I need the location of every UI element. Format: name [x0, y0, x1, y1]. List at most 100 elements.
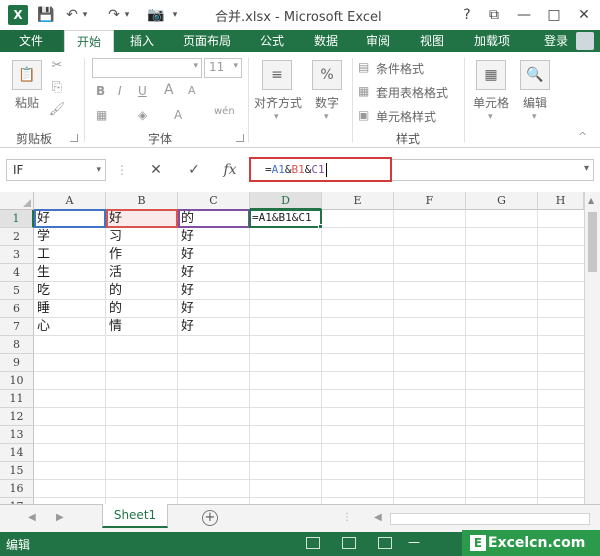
- tab-addins[interactable]: 加载项: [466, 30, 518, 52]
- tab-split-icon[interactable]: ⋮: [342, 512, 352, 523]
- number-dropdown-icon[interactable]: ▾: [324, 112, 329, 122]
- fill-handle[interactable]: [318, 224, 323, 229]
- cell-b2[interactable]: 习: [106, 228, 178, 246]
- avatar[interactable]: [576, 32, 594, 50]
- close-button[interactable]: ✕: [572, 4, 596, 26]
- tab-page-layout[interactable]: 页面布局: [176, 30, 238, 52]
- font-color-icon[interactable]: A: [174, 108, 182, 122]
- row-header[interactable]: 1: [0, 210, 34, 228]
- active-cell-d1[interactable]: =A1&B1&C1: [249, 209, 322, 228]
- row-header[interactable]: 10: [0, 372, 34, 390]
- vertical-scrollbar[interactable]: ▲: [584, 192, 600, 504]
- redo-icon[interactable]: ↷: [104, 5, 124, 25]
- ribbon-display-button[interactable]: ⧉: [482, 4, 506, 26]
- format-painter-icon[interactable]: 🖌: [48, 102, 66, 117]
- zoom-out-icon[interactable]: —: [408, 535, 420, 549]
- next-sheet-icon[interactable]: ▶: [56, 512, 64, 523]
- cell-a5[interactable]: 吃: [34, 282, 106, 300]
- normal-view-icon[interactable]: [306, 537, 320, 549]
- cells-button[interactable]: 单元格: [470, 94, 512, 111]
- row-header[interactable]: 8: [0, 336, 34, 354]
- help-button[interactable]: ?: [455, 4, 479, 26]
- page-layout-view-icon[interactable]: [342, 537, 356, 549]
- editing-icon[interactable]: 🔍: [520, 60, 550, 90]
- row-header[interactable]: 16: [0, 480, 34, 498]
- select-all-corner[interactable]: [0, 192, 34, 210]
- enter-icon[interactable]: ✓: [184, 159, 204, 181]
- fill-color-icon[interactable]: ◈: [138, 108, 147, 122]
- column-header-d[interactable]: D: [250, 192, 322, 210]
- cell-a3[interactable]: 工: [34, 246, 106, 264]
- editing-dropdown-icon[interactable]: ▾: [532, 112, 537, 122]
- row-header[interactable]: 3: [0, 246, 34, 264]
- row-header[interactable]: 5: [0, 282, 34, 300]
- cut-icon[interactable]: ✂: [48, 58, 66, 73]
- cell-c7[interactable]: 好: [178, 318, 250, 336]
- alignment-dropdown-icon[interactable]: ▾: [274, 112, 279, 122]
- tab-file[interactable]: 文件: [0, 30, 62, 52]
- save-icon[interactable]: 💾: [36, 5, 56, 25]
- clipboard-launcher-icon[interactable]: [70, 134, 78, 142]
- cell-c5[interactable]: 好: [178, 282, 250, 300]
- collapse-ribbon-icon[interactable]: ^: [578, 130, 587, 143]
- paste-icon[interactable]: 📋: [12, 60, 42, 90]
- worksheet-grid[interactable]: ▲ ABCDEFGH1234567891011121314151617好学工生吃…: [0, 192, 600, 504]
- scroll-left-icon[interactable]: ◀: [374, 512, 382, 523]
- cell-b3[interactable]: 作: [106, 246, 178, 264]
- paste-button[interactable]: 粘贴: [12, 94, 42, 111]
- row-header[interactable]: 4: [0, 264, 34, 282]
- login-link[interactable]: 登录: [544, 30, 568, 52]
- tab-formulas[interactable]: 公式: [252, 30, 292, 52]
- editing-button[interactable]: 编辑: [516, 94, 554, 111]
- horizontal-scrollbar[interactable]: [390, 513, 590, 525]
- column-header-f[interactable]: F: [394, 192, 466, 210]
- camera-icon[interactable]: 📷: [146, 5, 166, 25]
- phonetic-icon[interactable]: wén: [214, 106, 235, 117]
- cell-b7[interactable]: 情: [106, 318, 178, 336]
- cancel-icon[interactable]: ✕: [146, 159, 166, 181]
- column-header-h[interactable]: H: [538, 192, 584, 210]
- minimize-button[interactable]: —: [512, 4, 536, 26]
- font-launcher-icon[interactable]: [236, 134, 244, 142]
- add-sheet-button[interactable]: +: [202, 510, 218, 526]
- cell-c2[interactable]: 好: [178, 228, 250, 246]
- scroll-up-icon[interactable]: ▲: [588, 196, 594, 205]
- prev-sheet-icon[interactable]: ◀: [28, 512, 36, 523]
- sheet-tab-sheet1[interactable]: Sheet1: [102, 504, 168, 528]
- cell-styles-icon[interactable]: ▣: [358, 108, 369, 122]
- cell-styles-button[interactable]: 单元格样式: [376, 108, 436, 125]
- row-header[interactable]: 15: [0, 462, 34, 480]
- name-box[interactable]: IF ▾: [6, 159, 106, 181]
- cell-b4[interactable]: 活: [106, 264, 178, 282]
- vertical-scroll-thumb[interactable]: [588, 212, 597, 272]
- cell-b5[interactable]: 的: [106, 282, 178, 300]
- tab-data[interactable]: 数据: [306, 30, 346, 52]
- cell-a2[interactable]: 学: [34, 228, 106, 246]
- row-header[interactable]: 6: [0, 300, 34, 318]
- tab-insert[interactable]: 插入: [120, 30, 164, 52]
- formula-input-extension[interactable]: ▾: [392, 159, 594, 181]
- conditional-format-icon[interactable]: ▤: [358, 60, 369, 74]
- cell-c1[interactable]: 的: [178, 210, 250, 228]
- cell-c6[interactable]: 好: [178, 300, 250, 318]
- tab-review[interactable]: 审阅: [358, 30, 398, 52]
- underline-button[interactable]: U: [138, 84, 147, 98]
- column-header-g[interactable]: G: [466, 192, 538, 210]
- cell-a7[interactable]: 心: [34, 318, 106, 336]
- page-break-view-icon[interactable]: [378, 537, 392, 549]
- font-name-combo[interactable]: ▾: [92, 58, 202, 78]
- row-header[interactable]: 13: [0, 426, 34, 444]
- alignment-icon[interactable]: ≡: [262, 60, 292, 90]
- undo-icon[interactable]: ↶: [62, 5, 82, 25]
- column-header-a[interactable]: A: [34, 192, 106, 210]
- undo-dropdown-icon[interactable]: ▾: [80, 5, 90, 25]
- alignment-button[interactable]: 对齐方式: [252, 94, 304, 111]
- number-button[interactable]: 数字: [308, 94, 346, 111]
- cells-icon[interactable]: ▦: [476, 60, 506, 90]
- cell-a1[interactable]: 好: [34, 210, 106, 228]
- tab-view[interactable]: 视图: [412, 30, 452, 52]
- row-header[interactable]: 12: [0, 408, 34, 426]
- cell-a6[interactable]: 睡: [34, 300, 106, 318]
- font-size-combo[interactable]: 11 ▾: [204, 58, 242, 78]
- italic-button[interactable]: I: [118, 84, 122, 98]
